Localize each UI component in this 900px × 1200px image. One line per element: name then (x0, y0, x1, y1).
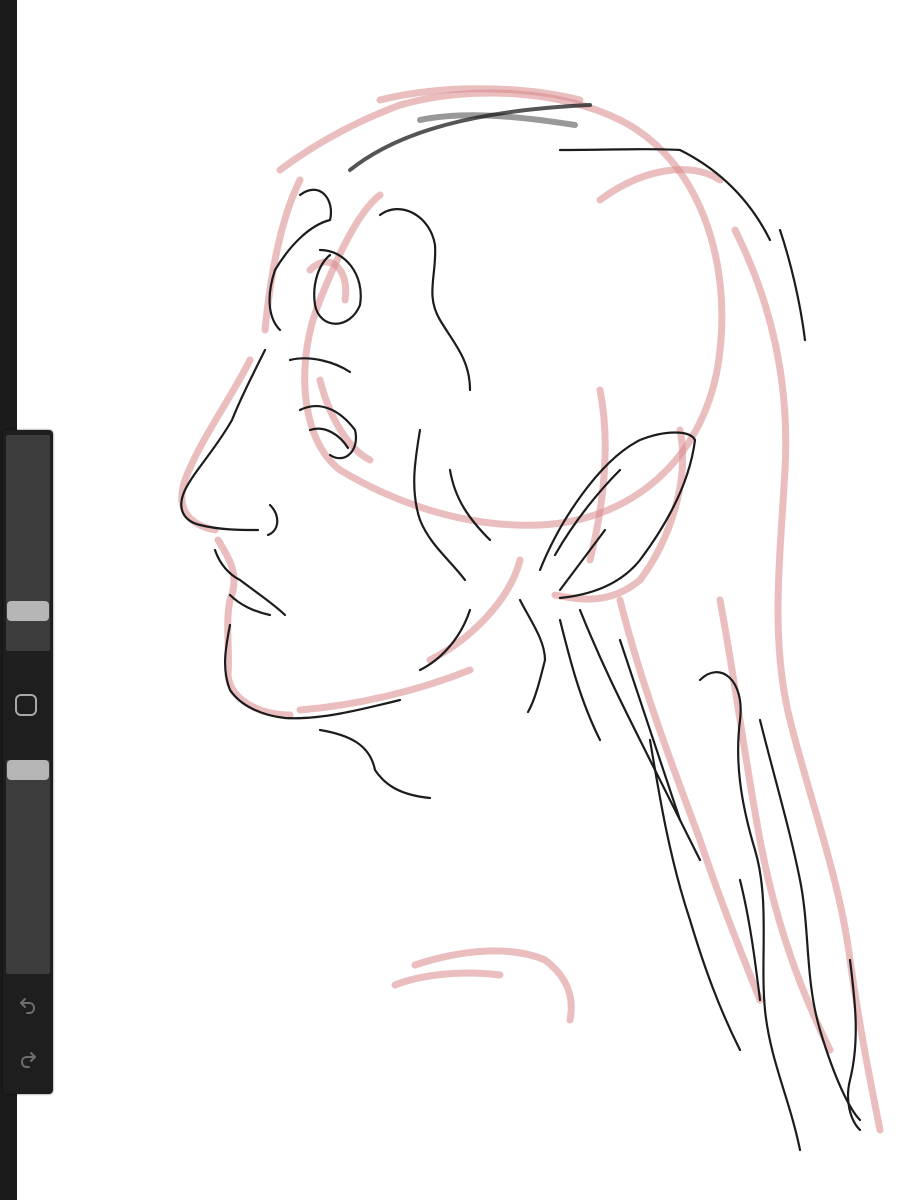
drawing-canvas[interactable] (17, 0, 900, 1200)
sketch-layer-red (178, 85, 884, 1134)
brush-sidebar (3, 430, 53, 1094)
modifier-button[interactable] (15, 694, 37, 716)
redo-arrow-icon (20, 1052, 36, 1068)
drawing-app (0, 0, 900, 1200)
undo-button[interactable] (13, 990, 43, 1020)
undo-arrow-icon (20, 998, 36, 1014)
brush-size-slider-thumb[interactable] (7, 601, 49, 621)
brush-opacity-slider-thumb[interactable] (7, 760, 49, 780)
sketch-artwork (178, 85, 884, 1152)
brush-opacity-slider[interactable] (6, 760, 50, 974)
sketch-layer-pencil (180, 103, 862, 1152)
redo-button[interactable] (13, 1044, 43, 1074)
brush-size-slider[interactable] (6, 435, 50, 651)
